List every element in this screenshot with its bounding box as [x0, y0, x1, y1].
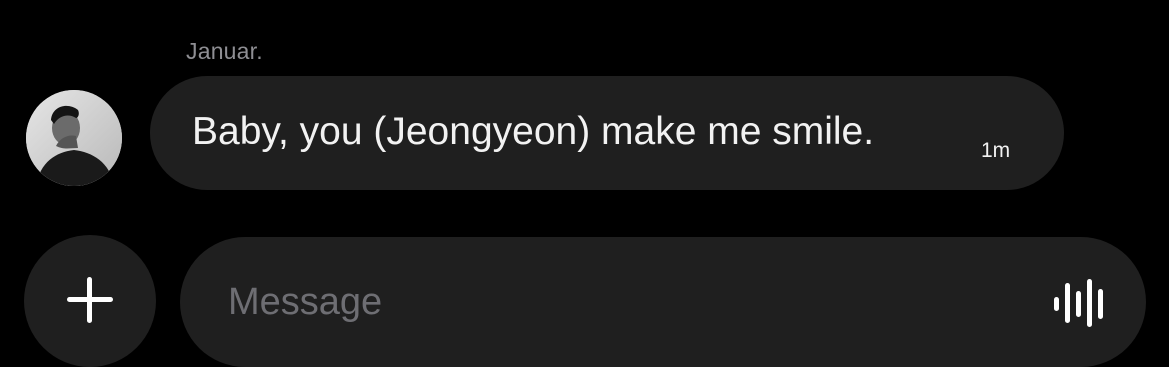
- voice-message-button[interactable]: [1046, 273, 1116, 333]
- message-composer: [180, 237, 1146, 367]
- sender-name: Januar.: [186, 38, 263, 64]
- message-timestamp: 1m: [981, 139, 1011, 162]
- message-text: Baby, you (Jeongyeon) make me smile.: [192, 110, 875, 153]
- avatar[interactable]: [26, 90, 122, 186]
- message-bubble[interactable]: Baby, you (Jeongyeon) make me smile. 1m: [150, 76, 1064, 190]
- add-attachment-button[interactable]: [24, 235, 156, 367]
- message-input[interactable]: [228, 277, 1008, 327]
- avatar-image: [26, 90, 122, 186]
